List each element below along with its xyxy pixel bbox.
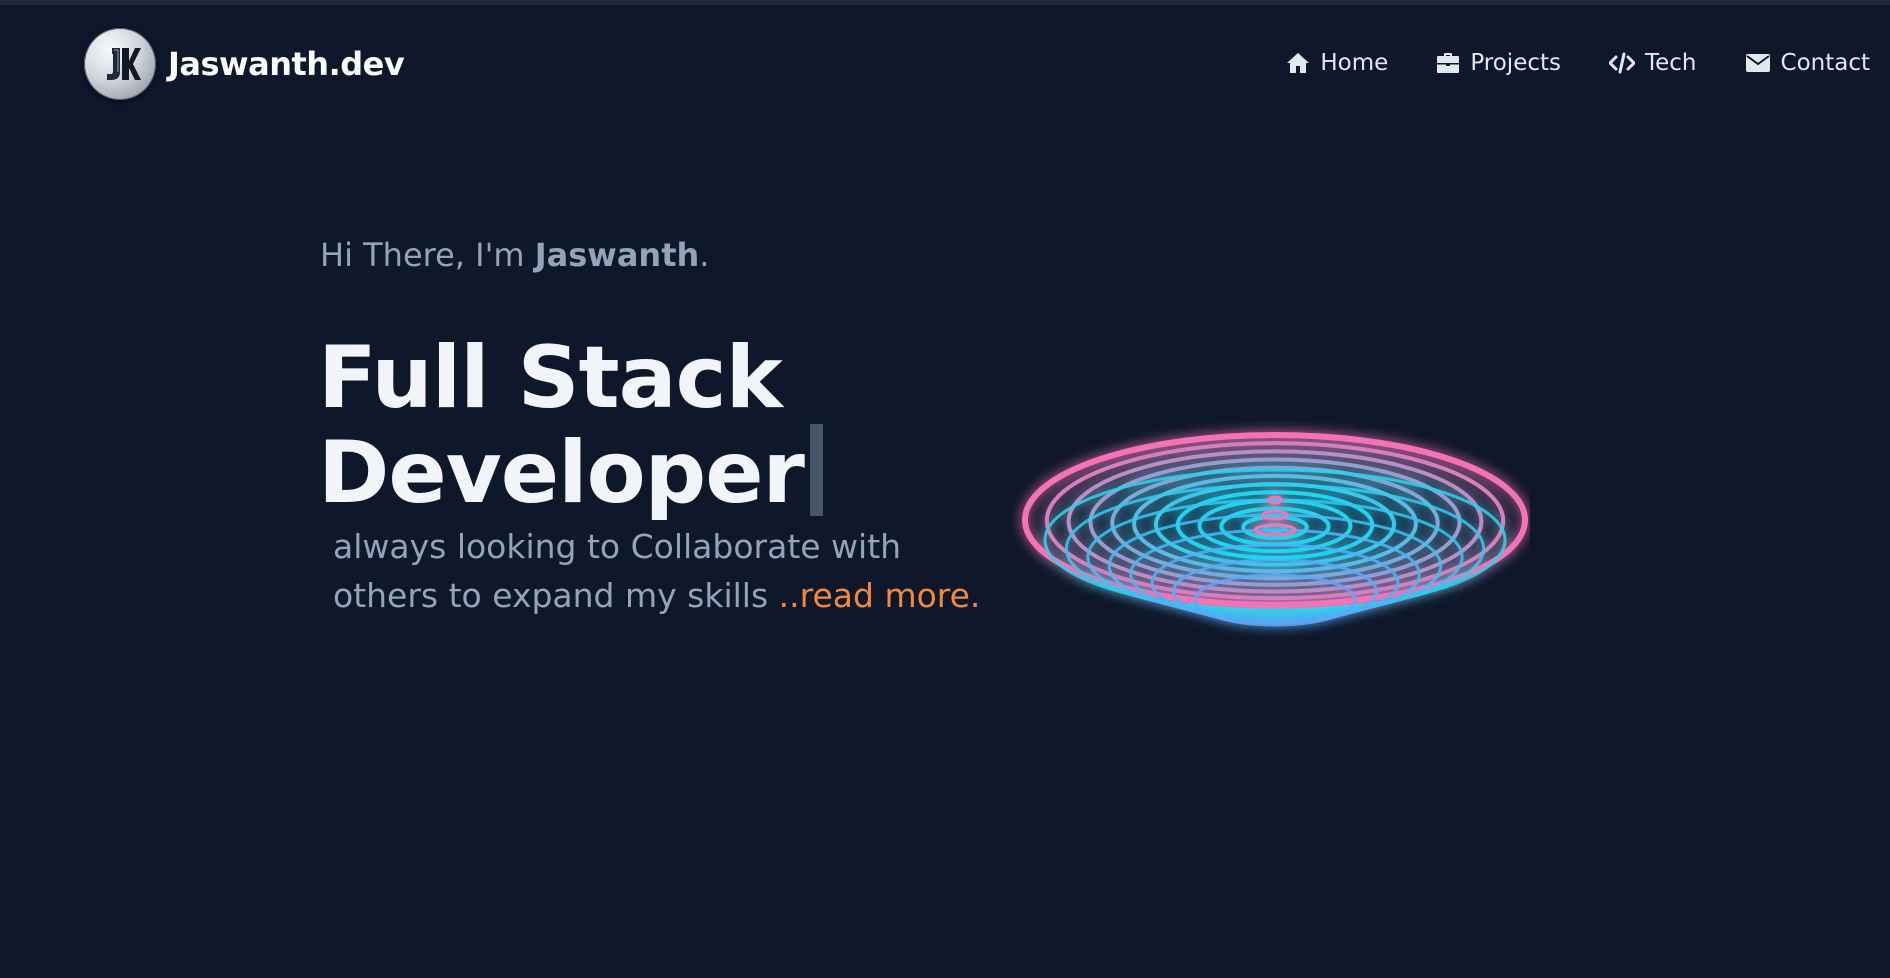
neon-rings-bowl-graphic: [1010, 420, 1530, 684]
nav-home[interactable]: Home: [1286, 50, 1388, 76]
nav-contact-label: Contact: [1780, 50, 1870, 76]
brand[interactable]: Jaswanth.dev: [84, 28, 405, 100]
typing-cursor: [809, 424, 823, 516]
home-icon: [1286, 52, 1310, 74]
envelope-icon: [1745, 53, 1771, 73]
greeting-prefix: Hi There, I'm: [320, 236, 535, 274]
nav-home-label: Home: [1320, 50, 1389, 76]
headline-line-2-wrap: Developer: [318, 424, 823, 519]
window-top-strip: [0, 0, 1890, 5]
hero-tagline: always looking to Collaborate with other…: [333, 522, 993, 620]
headline-line-2: Developer: [318, 423, 805, 523]
jk-monogram-icon: [107, 48, 141, 80]
jk-logo-icon[interactable]: [84, 28, 156, 100]
greeting-suffix: .: [699, 236, 710, 274]
neon-rings-svg: [1022, 432, 1528, 627]
nav-tech[interactable]: Tech: [1609, 50, 1697, 76]
read-more-link[interactable]: ..read more.: [779, 576, 981, 615]
nav-contact[interactable]: Contact: [1745, 50, 1870, 76]
hero-headline: Full Stack Developer: [318, 332, 823, 519]
briefcase-icon: [1436, 52, 1460, 74]
hero-greeting: Hi There, I'm Jaswanth.: [320, 236, 709, 274]
main-nav: Home Projects Tech Contact: [1286, 50, 1870, 76]
code-icon: [1609, 52, 1635, 74]
nav-projects[interactable]: Projects: [1436, 50, 1561, 76]
nav-tech-label: Tech: [1645, 50, 1697, 76]
greeting-name: Jaswanth: [534, 236, 700, 274]
nav-projects-label: Projects: [1470, 50, 1561, 76]
headline-line-1: Full Stack: [318, 328, 783, 428]
brand-name[interactable]: Jaswanth.dev: [168, 45, 405, 83]
